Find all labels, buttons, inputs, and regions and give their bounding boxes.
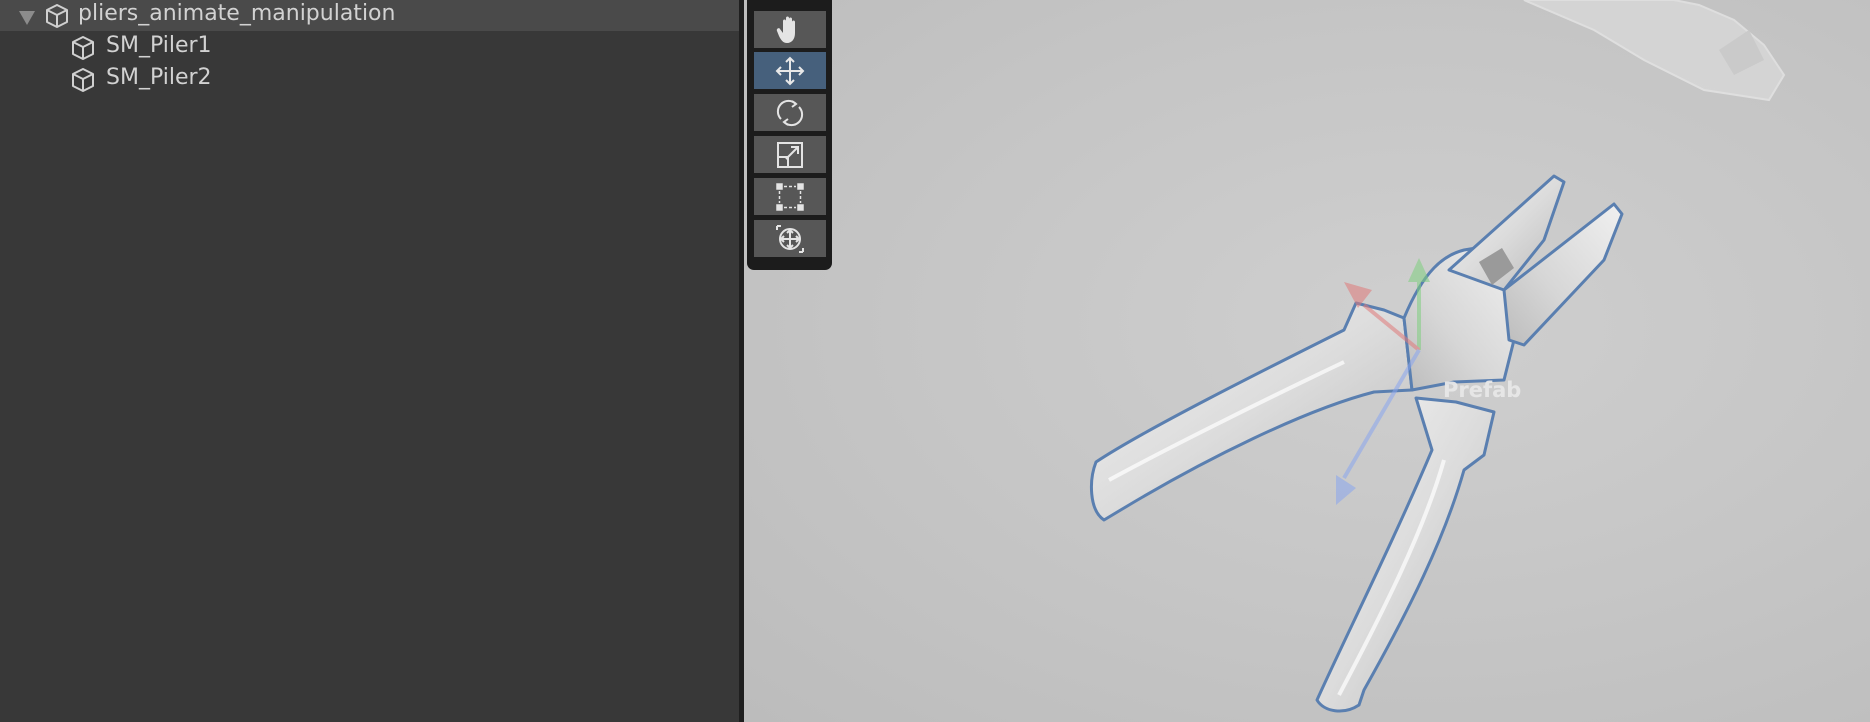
hierarchy-item-label: pliers_animate_manipulation [78, 1, 396, 26]
foldout-arrow-icon[interactable] [18, 7, 36, 32]
gameobject-cube-icon [70, 35, 96, 67]
hierarchy-panel: pliers_animate_manipulation SM_Piler1 SM… [0, 0, 739, 722]
scale-icon [775, 140, 805, 170]
move-tool-button[interactable] [754, 52, 826, 89]
move-arrows-icon [774, 55, 806, 87]
hierarchy-item-label: SM_Piler2 [106, 65, 212, 90]
background-object [1523, 0, 1786, 102]
hierarchy-item-label: SM_Piler1 [106, 33, 212, 58]
scale-tool-button[interactable] [754, 136, 826, 173]
scene-view[interactable] [744, 0, 1870, 722]
rotate-tool-button[interactable] [754, 94, 826, 131]
gameobject-cube-icon [70, 67, 96, 99]
scene-viewport-render [1090, 0, 1786, 713]
hierarchy-item-sm-piler2[interactable]: SM_Piler2 [0, 64, 739, 96]
view-tool-button[interactable] [754, 11, 826, 48]
transform-icon [774, 223, 806, 255]
scene-tools-toolbar [747, 0, 832, 270]
prefab-label: Prefab [1443, 378, 1522, 402]
rect-transform-icon [775, 182, 805, 212]
hand-icon [775, 15, 805, 45]
pliers-model[interactable] [1090, 174, 1624, 713]
hierarchy-item-sm-piler1[interactable]: SM_Piler1 [0, 32, 739, 64]
hierarchy-item-root[interactable]: pliers_animate_manipulation [0, 0, 739, 31]
transform-tool-button[interactable] [754, 220, 826, 257]
rotate-icon [774, 97, 806, 129]
gameobject-cube-icon [44, 3, 70, 35]
rect-tool-button[interactable] [754, 178, 826, 215]
